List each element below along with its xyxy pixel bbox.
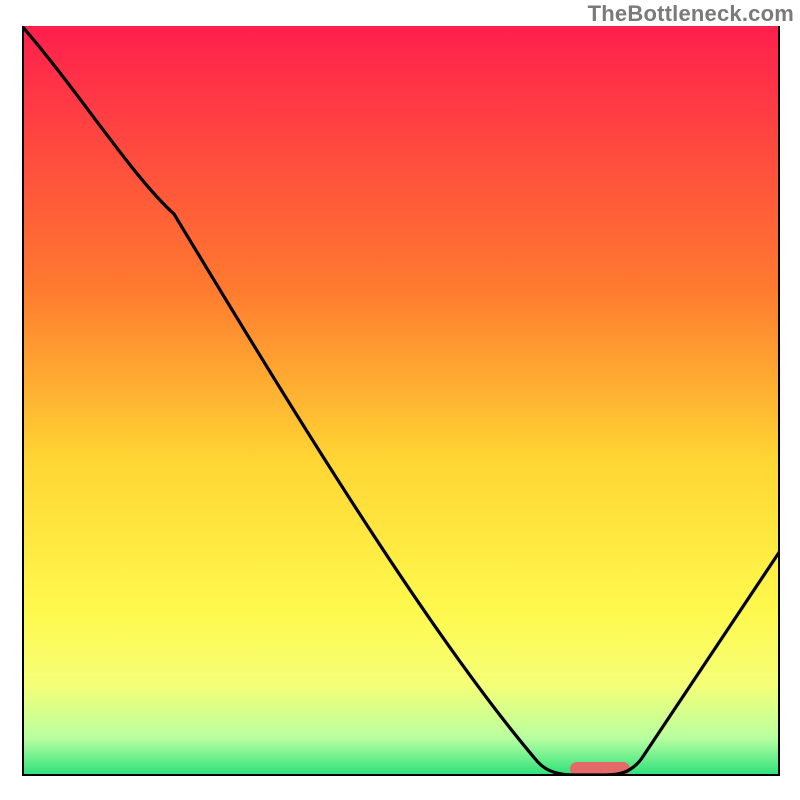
watermark-label: TheBottleneck.com (588, 1, 794, 27)
plot-area (22, 26, 780, 776)
chart-svg (22, 26, 780, 776)
gradient-bg (22, 26, 780, 776)
chart-canvas: TheBottleneck.com (0, 0, 800, 800)
